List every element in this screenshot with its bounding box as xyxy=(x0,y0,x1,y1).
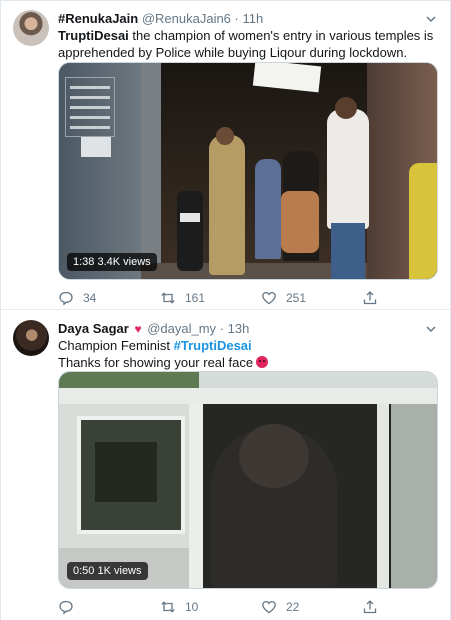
separator: · xyxy=(234,11,239,26)
separator: · xyxy=(219,321,225,336)
video-player[interactable]: 0:50 1K views xyxy=(58,371,438,589)
tweet[interactable]: Daya Sagar ♥ @dayal_my · 13h Champion Fe… xyxy=(1,311,450,620)
retweet-button[interactable]: 10 xyxy=(160,597,198,617)
timestamp[interactable]: 11h xyxy=(243,11,264,26)
share-button[interactable] xyxy=(362,288,378,308)
video-thumbnail xyxy=(59,63,437,279)
heart-emoji: ♥ xyxy=(134,322,142,336)
chevron-down-icon[interactable] xyxy=(424,322,438,336)
display-name[interactable]: #RenukaJain xyxy=(58,11,138,26)
retweet-count: 10 xyxy=(185,600,199,614)
retweet-button[interactable]: 161 xyxy=(160,288,205,308)
user-handle[interactable]: @RenukaJain6 xyxy=(142,11,231,26)
share-icon xyxy=(363,291,377,305)
hashtag-link[interactable]: #TruptiDesai xyxy=(174,338,252,353)
tweet-actions: 34 161 251 xyxy=(58,288,388,308)
video-stats-badge: 0:50 1K views xyxy=(67,562,148,580)
tweet-text: Champion Feminist #TruptiDesai Thanks fo… xyxy=(58,337,438,371)
hashtag[interactable]: TruptiDesai xyxy=(58,28,129,43)
video-views: 1K views xyxy=(97,565,142,577)
avatar[interactable] xyxy=(13,10,49,46)
heart-icon xyxy=(262,291,276,305)
tweet[interactable]: #RenukaJain @RenukaJain6 · 11h TruptiDes… xyxy=(1,1,450,310)
video-duration: 1:38 xyxy=(73,256,95,268)
timestamp[interactable]: 13h xyxy=(228,321,250,336)
retweet-icon xyxy=(161,292,175,304)
reply-icon xyxy=(59,600,73,615)
avatar[interactable] xyxy=(13,320,49,356)
video-stats-badge: 1:38 3.4K views xyxy=(67,253,157,271)
tweet-actions: 10 22 xyxy=(58,597,388,617)
tweet-feed: #RenukaJain @RenukaJain6 · 11h TruptiDes… xyxy=(0,0,451,620)
video-views: 3.4K views xyxy=(97,256,151,268)
like-button[interactable]: 22 xyxy=(261,597,299,617)
share-icon xyxy=(363,600,377,614)
heart-icon xyxy=(262,600,276,614)
reply-button[interactable]: 34 xyxy=(58,288,96,308)
retweet-count: 161 xyxy=(185,291,206,305)
tweet-text: TruptiDesai the champion of women's entr… xyxy=(58,27,438,61)
video-thumbnail xyxy=(59,372,437,588)
retweet-icon xyxy=(161,601,175,613)
reply-count: 34 xyxy=(83,291,97,305)
reply-button[interactable] xyxy=(58,597,83,617)
tweet-body-line2: Thanks for showing your real face xyxy=(58,355,254,370)
tweet-header: Daya Sagar ♥ @dayal_my · 13h xyxy=(58,320,420,338)
like-button[interactable]: 251 xyxy=(261,288,306,308)
video-player[interactable]: 1:38 3.4K views xyxy=(58,62,438,280)
display-name[interactable]: Daya Sagar xyxy=(58,321,129,336)
user-handle[interactable]: @dayal_my xyxy=(147,321,216,336)
reply-icon xyxy=(59,291,73,306)
chevron-down-icon[interactable] xyxy=(424,12,438,26)
tweet-header: #RenukaJain @RenukaJain6 · 11h xyxy=(58,10,420,28)
angry-face-icon xyxy=(256,356,269,368)
video-duration: 0:50 xyxy=(73,565,95,577)
like-count: 22 xyxy=(286,600,300,614)
like-count: 251 xyxy=(286,291,307,305)
share-button[interactable] xyxy=(362,597,378,617)
tweet-body: Champion Feminist xyxy=(58,338,174,353)
